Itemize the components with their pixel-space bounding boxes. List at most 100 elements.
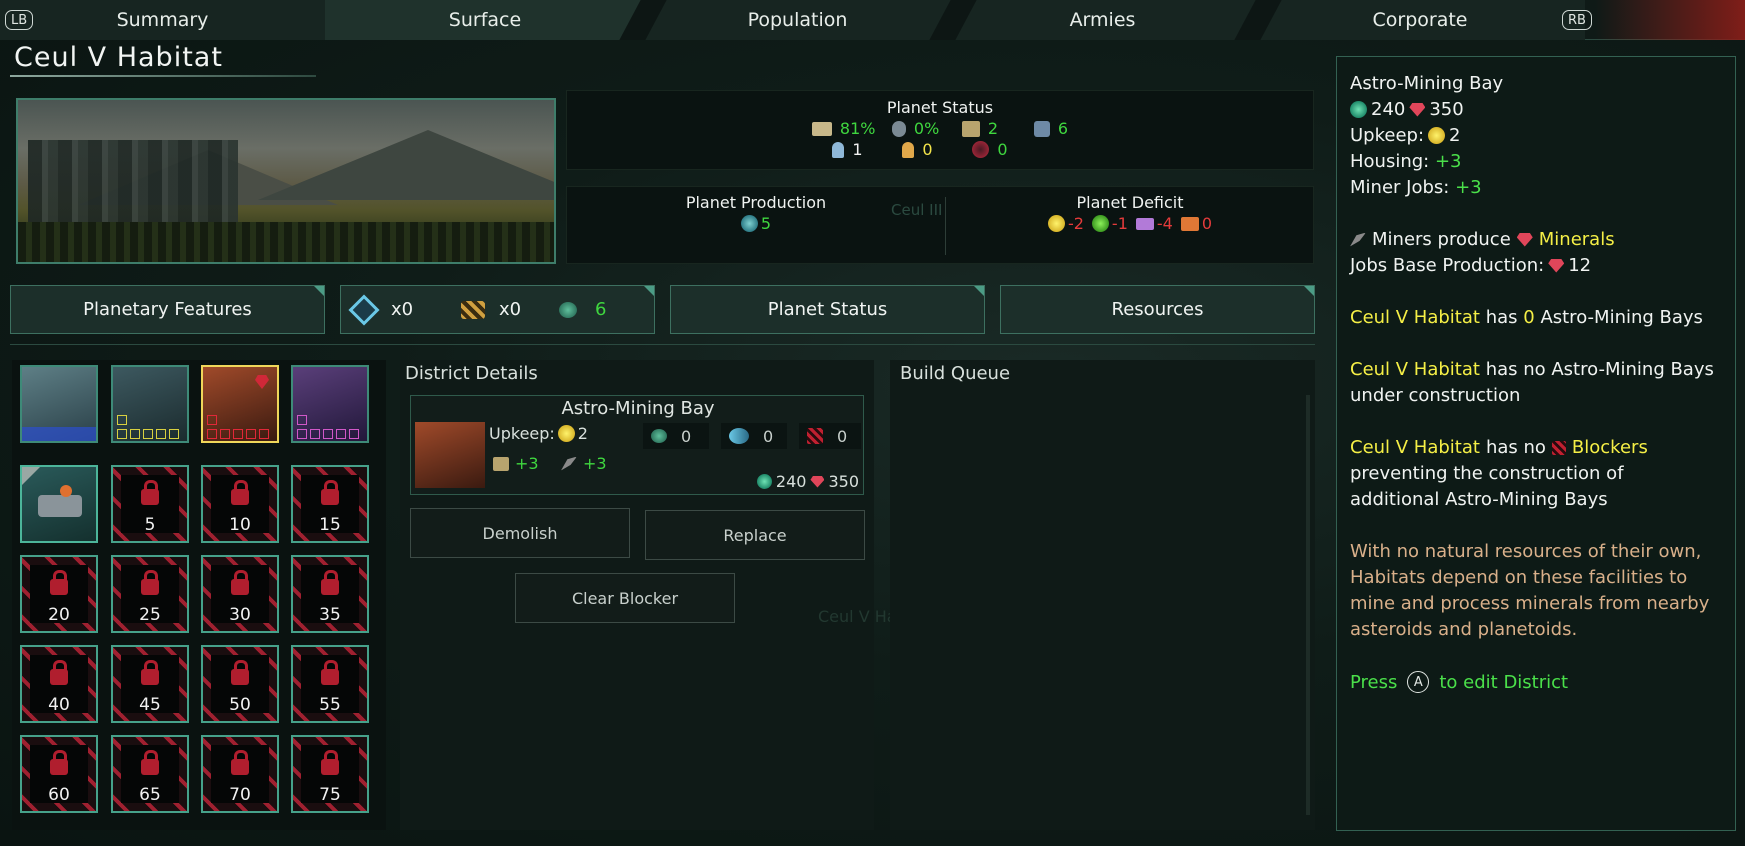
resources-button[interactable]: Resources (1000, 285, 1315, 334)
tooltip-planet-name: Ceul V Habitat (1350, 359, 1480, 380)
slot-unlock-pop-requirement: 5 (144, 515, 156, 535)
tooltip-press: Press (1350, 671, 1398, 693)
unemployed-value: 1 (852, 140, 863, 159)
tab-surface[interactable]: Surface (325, 0, 645, 40)
tooltip-base-label: Jobs Base Production: (1350, 255, 1545, 276)
district-name: Astro-Mining Bay (561, 398, 715, 419)
slot-unlock-pop-requirement: 45 (139, 695, 161, 715)
a-button-icon: A (1407, 671, 1430, 693)
amenities-icon (1033, 120, 1050, 137)
tab-corporate[interactable]: Corporate (1255, 0, 1585, 40)
tab-bar: Summary Surface Population Armies Corpor… (0, 0, 1745, 40)
tooltip-miners-produce: Miners produce (1372, 229, 1511, 250)
tooltip-housing-value: +3 (1434, 151, 1462, 172)
planetary-features-label: Planetary Features (83, 299, 252, 320)
hazard-icon (461, 300, 485, 319)
tooltip-housing-label: Housing: (1350, 151, 1430, 172)
locked-building-slot[interactable]: 35 (291, 555, 369, 633)
tooltip-planet-name: Ceul V Habitat (1350, 307, 1480, 328)
tooltip-blockers: Blockers (1571, 437, 1648, 458)
blocker-icon (1551, 440, 1566, 455)
upgrade-arrow-icon (22, 467, 40, 485)
locked-building-slot[interactable]: 30 (201, 555, 279, 633)
rb-button-hint[interactable]: RB (1562, 10, 1592, 30)
tooltip-additional: additional Astro-Mining Bays (1350, 489, 1608, 510)
free-housing-value: 2 (987, 119, 999, 138)
tab-summary[interactable]: Summary (0, 0, 325, 40)
counter-feature-value: 0 (763, 426, 774, 446)
tooltip-planet-name: Ceul V Habitat (1350, 437, 1480, 458)
page-title: Ceul V Habitat (14, 42, 223, 73)
locked-building-slot[interactable]: 45 (111, 645, 189, 723)
district-industrial[interactable] (111, 365, 189, 443)
building-capital[interactable] (20, 465, 98, 543)
counter-2-value: x0 (499, 299, 522, 320)
feature-icon (729, 428, 749, 444)
trade-icon (1180, 216, 1199, 231)
tooltip-to-edit: to edit District (1439, 671, 1569, 693)
tab-population[interactable]: Population (645, 0, 950, 40)
slot-unlock-pop-requirement: 65 (139, 785, 161, 805)
district-trade[interactable] (291, 365, 369, 443)
lock-icon (321, 480, 339, 505)
district-city[interactable] (20, 365, 98, 443)
lock-icon (321, 570, 339, 595)
tooltip-base-value: 12 (1568, 255, 1592, 276)
tab-armies[interactable]: Armies (950, 0, 1255, 40)
locked-building-slot[interactable]: 60 (20, 735, 98, 813)
tooltip-jobs-value: +3 (1455, 177, 1482, 198)
lb-button-hint[interactable]: LB (5, 10, 34, 30)
tooltip-jobs-label: Miner Jobs: (1350, 177, 1450, 198)
mineral-icon (1548, 258, 1565, 273)
planet-status-title: Planet Status (886, 98, 994, 117)
build-queue-scrollbar[interactable] (1306, 395, 1310, 815)
food-deficit-value: -1 (1111, 214, 1128, 233)
locked-building-slot[interactable]: 5 (111, 465, 189, 543)
clear-blocker-button[interactable]: Clear Blocker (515, 573, 735, 623)
bio-deficit-value: 0 (997, 140, 1008, 159)
slot-unlock-pop-requirement: 75 (319, 785, 341, 805)
locked-building-slot[interactable]: 75 (291, 735, 369, 813)
planet-production-title: Planet Production (685, 193, 827, 212)
unity-icon (559, 301, 577, 318)
locked-building-slot[interactable]: 15 (291, 465, 369, 543)
astro-mining-thumbnail (415, 422, 485, 488)
crime-icon (891, 120, 906, 137)
planetary-features-button[interactable]: Planetary Features (10, 285, 325, 334)
lock-icon (231, 570, 249, 595)
district-counters-bar[interactable]: x0 x0 6 (340, 285, 655, 334)
slot-unlock-pop-requirement: 60 (48, 785, 70, 805)
trade-deficit-value: 0 (1201, 214, 1213, 233)
locked-building-slot[interactable]: 10 (201, 465, 279, 543)
replace-button[interactable]: Replace (645, 510, 865, 560)
slot-unlock-pop-requirement: 40 (48, 695, 70, 715)
cost-alloy-value: 240 (775, 472, 807, 491)
tooltip-title: Astro-Mining Bay (1350, 73, 1504, 94)
tooltip-lore-4: asteroids and planetoids. (1350, 619, 1578, 640)
housing-icon (493, 456, 509, 471)
locked-building-slot[interactable]: 65 (111, 735, 189, 813)
tooltip-upkeep-value: 2 (1449, 125, 1461, 146)
locked-building-slot[interactable]: 55 (291, 645, 369, 723)
mineral-icon (1516, 232, 1533, 247)
tooltip-has-no: has no (1485, 437, 1546, 458)
slot-unlock-pop-requirement: 30 (229, 605, 251, 625)
locked-building-slot[interactable]: 25 (111, 555, 189, 633)
free-jobs-icon (902, 141, 915, 158)
mineral-icon (1409, 102, 1426, 117)
locked-building-slot[interactable]: 70 (201, 735, 279, 813)
planet-status-button[interactable]: Planet Status (670, 285, 985, 334)
capital-building-icon (38, 495, 82, 517)
housing-value: +3 (515, 454, 539, 473)
energy-icon (1428, 127, 1446, 144)
demolish-button[interactable]: Demolish (410, 508, 630, 558)
district-astro-mining-selected[interactable] (201, 365, 279, 443)
locked-building-slot[interactable]: 40 (20, 645, 98, 723)
district-tooltip: Astro-Mining Bay 240 350 Upkeep: 2 Housi… (1336, 56, 1736, 831)
planet-deficit-title: Planet Deficit (1076, 193, 1184, 212)
lock-icon (321, 660, 339, 685)
locked-building-slot[interactable]: 50 (201, 645, 279, 723)
locked-building-slot[interactable]: 20 (20, 555, 98, 633)
lock-icon (231, 660, 249, 685)
slot-unlock-pop-requirement: 50 (229, 695, 251, 715)
